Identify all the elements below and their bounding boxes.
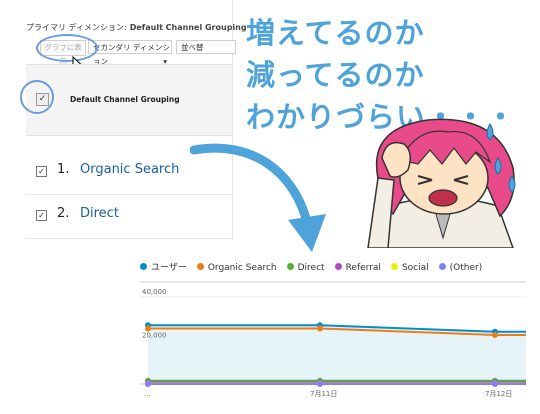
row-checkbox[interactable]: ✓ — [36, 166, 47, 177]
secondary-dimension-dropdown[interactable]: セカンダリ ディメンション ▾ — [88, 40, 172, 66]
caption-line-1: 増えてるのか — [246, 16, 425, 50]
x-tick-label: 7月12日 — [485, 390, 512, 398]
series-point — [492, 381, 498, 387]
row-number: 2. — [57, 206, 70, 221]
primary-dimension-value[interactable]: Default Channel Grouping — [130, 23, 247, 32]
highlight-circle-checkbox — [20, 80, 54, 114]
series-point — [317, 381, 323, 387]
series-point — [492, 332, 498, 338]
series-point — [317, 325, 323, 332]
y-tick-label: 20,000 — [142, 331, 167, 339]
row-channel-link[interactable]: Organic Search — [80, 162, 179, 177]
highlight-circle-plot — [36, 34, 98, 62]
table-header-row: ✓ Default Channel Grouping — [26, 64, 232, 136]
x-tick-label: ... — [144, 390, 151, 398]
row-channel-link[interactable]: Direct — [80, 206, 119, 221]
y-tick-label: 40,000 — [142, 288, 167, 296]
arrow-down-right-icon — [190, 143, 326, 252]
sort-type-dropdown[interactable]: 並べ替 — [176, 40, 236, 54]
confused-character-illustration — [367, 118, 516, 248]
primary-dimension-label: プライマリ ディメンション: — [26, 23, 127, 32]
row-number: 1. — [57, 162, 70, 177]
x-tick-label: 7月11日 — [310, 390, 337, 398]
primary-dimension-row: プライマリ ディメンション: Default Channel Grouping ▾ — [26, 22, 253, 33]
series-point — [145, 325, 151, 332]
line-chart: 40,000 20,000... 7月11日 7月12日 — [140, 281, 526, 398]
caption-line-2: 減ってるのか — [246, 58, 425, 92]
column-header-channel[interactable]: Default Channel Grouping — [70, 95, 180, 104]
series-point — [145, 381, 151, 387]
sort-label: 並べ替 — [181, 43, 204, 52]
row-checkbox[interactable]: ✓ — [36, 210, 47, 221]
